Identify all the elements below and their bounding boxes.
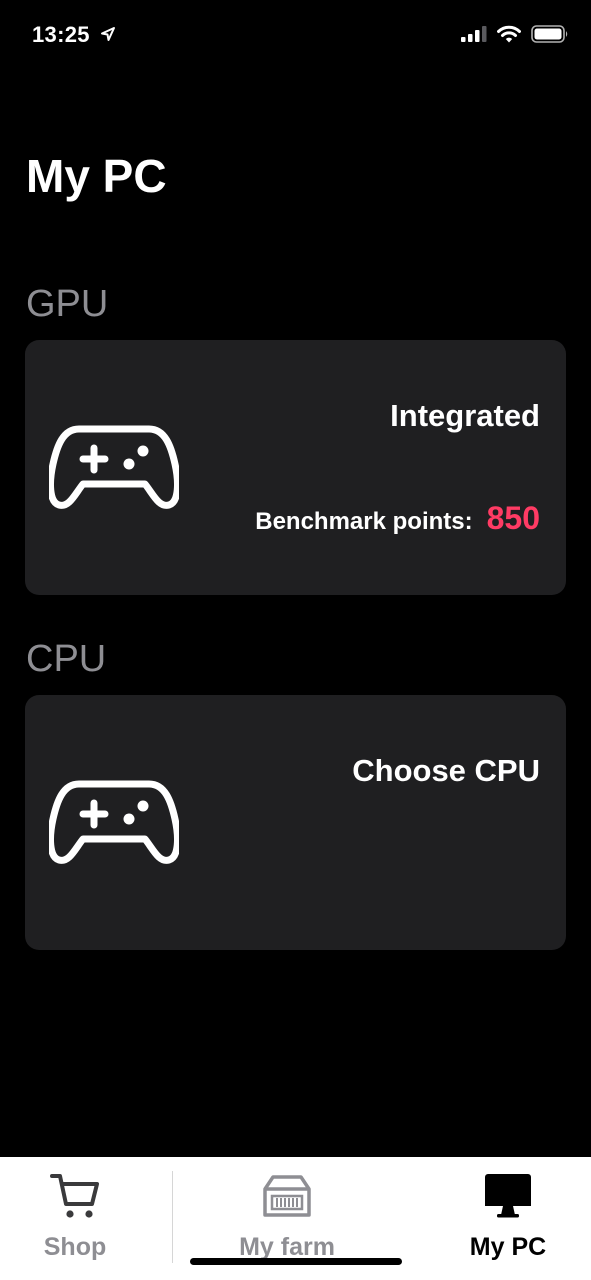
section-label-gpu: GPU <box>26 283 109 325</box>
battery-icon <box>531 25 568 43</box>
benchmark-row: Benchmark points: 850 <box>255 500 540 537</box>
gamepad-icon <box>49 780 179 864</box>
status-icons <box>461 25 569 43</box>
cpu-choose-label: Choose CPU <box>352 753 540 788</box>
page-title: My PC <box>26 150 167 202</box>
benchmark-label: Benchmark points: <box>255 508 473 535</box>
gpu-name: Integrated <box>390 398 540 433</box>
home-indicator[interactable] <box>190 1258 402 1265</box>
tab-label-shop: Shop <box>43 1233 107 1261</box>
gpu-card[interactable]: Integrated Benchmark points: 850 <box>25 340 566 595</box>
tab-shop[interactable]: Shop <box>0 1157 155 1280</box>
location-arrow-icon <box>101 27 115 41</box>
cart-icon <box>50 1174 99 1218</box>
section-label-cpu: CPU <box>26 638 107 680</box>
wifi-icon <box>497 25 521 43</box>
tab-my-pc[interactable]: My PC <box>428 1157 588 1280</box>
tab-divider <box>172 1171 173 1263</box>
cpu-card[interactable]: Choose CPU <box>25 695 566 950</box>
monitor-icon <box>485 1174 531 1218</box>
status-bar: 13:25 <box>0 0 591 70</box>
signal-icon <box>461 26 487 42</box>
gamepad-icon <box>49 425 179 509</box>
mining-rig-icon <box>263 1175 311 1217</box>
tab-label-my-pc: My PC <box>469 1233 547 1261</box>
status-time: 13:25 <box>32 22 90 47</box>
benchmark-value: 850 <box>486 500 540 536</box>
